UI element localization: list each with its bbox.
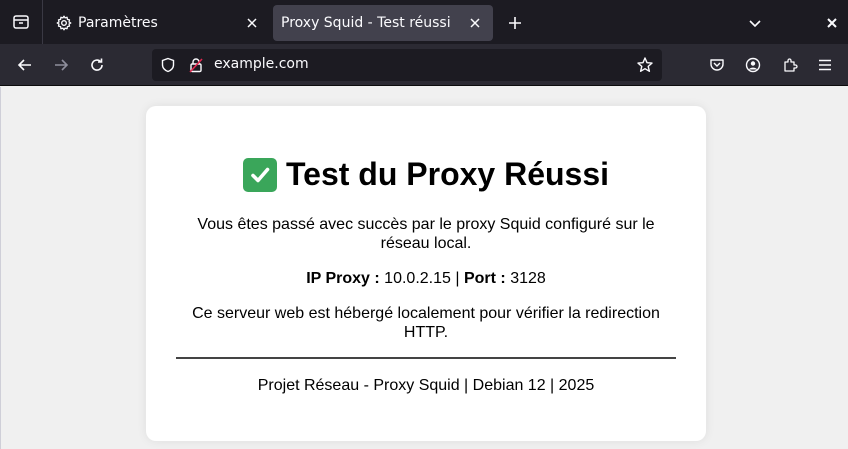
description-text: Ce serveur web est hébergé localement po… (192, 305, 660, 341)
navigation-toolbar: example.com (0, 44, 848, 86)
insecure-lock-icon[interactable] (188, 57, 204, 73)
arrow-left-icon (17, 59, 31, 71)
success-card: Test du Proxy Réussi Vous êtes passé ave… (146, 106, 706, 441)
page-title: Test du Proxy Réussi (146, 156, 706, 193)
tab-bar: Paramètres Proxy Squid - Test réussi (0, 0, 848, 44)
account-icon (745, 57, 761, 73)
pocket-button[interactable] (705, 53, 729, 77)
ip-proxy-label: IP Proxy : (306, 270, 380, 287)
tab-title: Paramètres (78, 15, 158, 31)
url-text[interactable]: example.com (214, 56, 309, 72)
tab-proxy-squid[interactable]: Proxy Squid - Test réussi (273, 5, 493, 41)
separator: | (455, 270, 460, 287)
account-button[interactable] (741, 53, 765, 77)
chevron-down-icon (749, 20, 761, 28)
hamburger-menu-icon (819, 59, 831, 71)
plus-icon (509, 17, 521, 29)
shield-icon[interactable] (160, 57, 176, 73)
back-button[interactable] (13, 53, 37, 77)
list-all-tabs-button[interactable] (743, 11, 767, 35)
tab-title: Proxy Squid - Test réussi (281, 15, 451, 31)
horizontal-divider (176, 357, 676, 359)
firefox-view-icon (13, 15, 29, 29)
pocket-icon (710, 59, 724, 71)
url-bar[interactable]: example.com (152, 49, 662, 81)
forward-button[interactable] (49, 53, 73, 77)
close-icon[interactable] (242, 13, 262, 33)
close-icon (827, 18, 837, 28)
port-value: 3128 (510, 270, 546, 287)
new-tab-button[interactable] (503, 11, 527, 35)
check-mark-icon (242, 157, 277, 192)
reload-icon (91, 58, 103, 71)
tab-parametres[interactable]: Paramètres (46, 5, 270, 41)
extensions-button[interactable] (778, 53, 802, 77)
close-icon[interactable] (465, 13, 485, 33)
page-title-text: Test du Proxy Réussi (285, 156, 610, 192)
arrow-right-icon (55, 59, 69, 71)
firefox-view-button[interactable] (0, 0, 43, 44)
reload-button[interactable] (85, 53, 109, 77)
proxy-info: IP Proxy : 10.0.2.15 | Port : 3128 (186, 269, 666, 288)
page-content: Test du Proxy Réussi Vous êtes passé ave… (0, 87, 848, 449)
intro-text: Vous êtes passé avec succès par le proxy… (197, 216, 655, 252)
window-close-button[interactable] (820, 11, 844, 35)
puzzle-icon (784, 58, 798, 72)
port-label: Port : (463, 270, 506, 287)
footer-text: Projet Réseau - Proxy Squid | Debian 12 … (257, 377, 595, 394)
bookmark-star-icon[interactable] (636, 56, 654, 74)
menu-button[interactable] (813, 53, 837, 77)
ip-proxy-value: 10.0.2.15 (384, 270, 451, 287)
gear-icon (56, 15, 72, 31)
